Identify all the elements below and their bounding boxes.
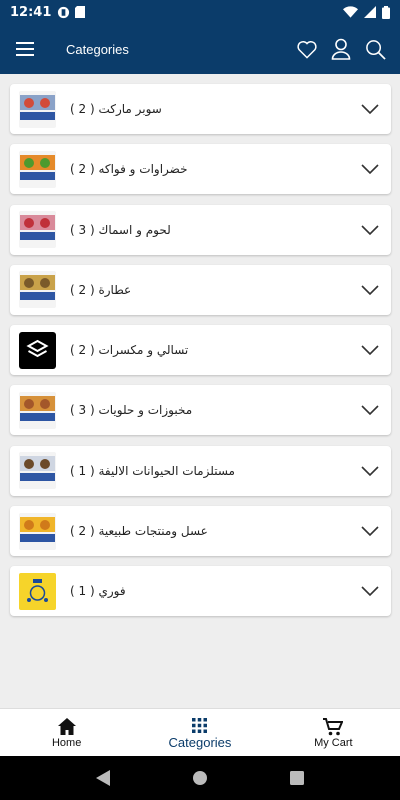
battery-icon xyxy=(382,5,390,19)
category-thumbnail xyxy=(19,211,56,249)
category-label: مخبوزات و حلويات ( 3 ) xyxy=(70,403,193,418)
bottom-nav: Home Categories My Cart xyxy=(0,708,400,756)
category-thumbnail xyxy=(19,271,56,309)
account-button[interactable] xyxy=(328,36,354,62)
category-label: عطارة ( 2 ) xyxy=(70,282,132,297)
category-card[interactable]: تسالي و مكسرات ( 2 ) xyxy=(10,325,391,376)
nav-categories[interactable]: Categories xyxy=(133,709,266,756)
chevron-down-icon[interactable] xyxy=(361,523,379,539)
signal-icon xyxy=(364,6,376,18)
category-thumbnail xyxy=(19,452,56,490)
category-card[interactable]: خضراوات و فواكه ( 2 ) xyxy=(10,144,391,195)
chevron-down-icon[interactable] xyxy=(361,583,379,599)
category-thumbnail xyxy=(19,90,56,128)
category-card[interactable]: عسل ومنتجات طبيعية ( 2 ) xyxy=(10,506,391,557)
category-thumbnail xyxy=(19,391,56,429)
search-button[interactable] xyxy=(362,36,388,62)
heart-icon xyxy=(297,41,317,59)
chevron-down-icon[interactable] xyxy=(361,402,379,418)
category-card[interactable]: مخبوزات و حلويات ( 3 ) xyxy=(10,385,391,436)
nav-home-label: Home xyxy=(51,736,82,749)
cart-icon xyxy=(323,717,344,735)
back-icon[interactable] xyxy=(96,770,110,786)
category-label: خضراوات و فواكه ( 2 ) xyxy=(70,162,188,177)
grid-icon xyxy=(192,717,208,733)
category-label: مستلزمات الحيوانات الاليفة ( 1 ) xyxy=(70,463,235,478)
status-time: 12:41 xyxy=(10,4,52,20)
recents-icon[interactable] xyxy=(290,771,304,785)
category-card[interactable]: فوري ( 1 ) xyxy=(10,566,391,617)
nav-categories-label: Categories xyxy=(168,735,232,750)
category-card[interactable]: عطارة ( 2 ) xyxy=(10,264,391,315)
category-label: فوري ( 1 ) xyxy=(70,584,126,599)
hamburger-icon xyxy=(16,42,34,56)
wishlist-button[interactable] xyxy=(294,36,320,62)
notification-icon xyxy=(58,6,70,18)
chevron-down-icon[interactable] xyxy=(361,282,379,298)
page-title: Categories xyxy=(66,41,129,57)
user-icon xyxy=(331,38,351,60)
nav-cart[interactable]: My Cart xyxy=(267,709,400,756)
system-nav-bar xyxy=(0,756,400,800)
category-thumbnail xyxy=(19,331,56,369)
chevron-down-icon[interactable] xyxy=(361,161,379,177)
category-label: عسل ومنتجات طبيعية ( 2 ) xyxy=(70,524,208,539)
search-icon xyxy=(365,39,386,60)
home-icon xyxy=(57,718,76,735)
menu-button[interactable] xyxy=(0,24,50,74)
category-label: لحوم و اسماك ( 3 ) xyxy=(70,222,171,237)
chevron-down-icon[interactable] xyxy=(361,463,379,479)
category-card[interactable]: سوبر ماركت ( 2 ) xyxy=(10,84,391,134)
category-thumbnail xyxy=(19,150,56,188)
app-bar: Categories xyxy=(0,24,400,74)
category-list: سوبر ماركت ( 2 ) خضراوات و فواكه ( 2 ) لحو… xyxy=(10,84,391,627)
chevron-down-icon[interactable] xyxy=(361,342,379,358)
category-card[interactable]: مستلزمات الحيوانات الاليفة ( 1 ) xyxy=(10,445,391,496)
category-label: تسالي و مكسرات ( 2 ) xyxy=(70,343,189,358)
category-card[interactable]: لحوم و اسماك ( 3 ) xyxy=(10,204,391,255)
chevron-down-icon[interactable] xyxy=(361,101,379,117)
home-circle-icon[interactable] xyxy=(192,770,208,786)
chevron-down-icon[interactable] xyxy=(361,222,379,238)
status-bar: 12:41 xyxy=(0,0,400,24)
wifi-icon xyxy=(343,6,358,18)
nav-home[interactable]: Home xyxy=(0,709,133,756)
nav-cart-label: My Cart xyxy=(314,736,353,749)
sd-card-icon xyxy=(75,6,86,18)
category-label: سوبر ماركت ( 2 ) xyxy=(70,102,162,116)
category-thumbnail xyxy=(19,512,56,550)
category-thumbnail xyxy=(19,572,56,610)
